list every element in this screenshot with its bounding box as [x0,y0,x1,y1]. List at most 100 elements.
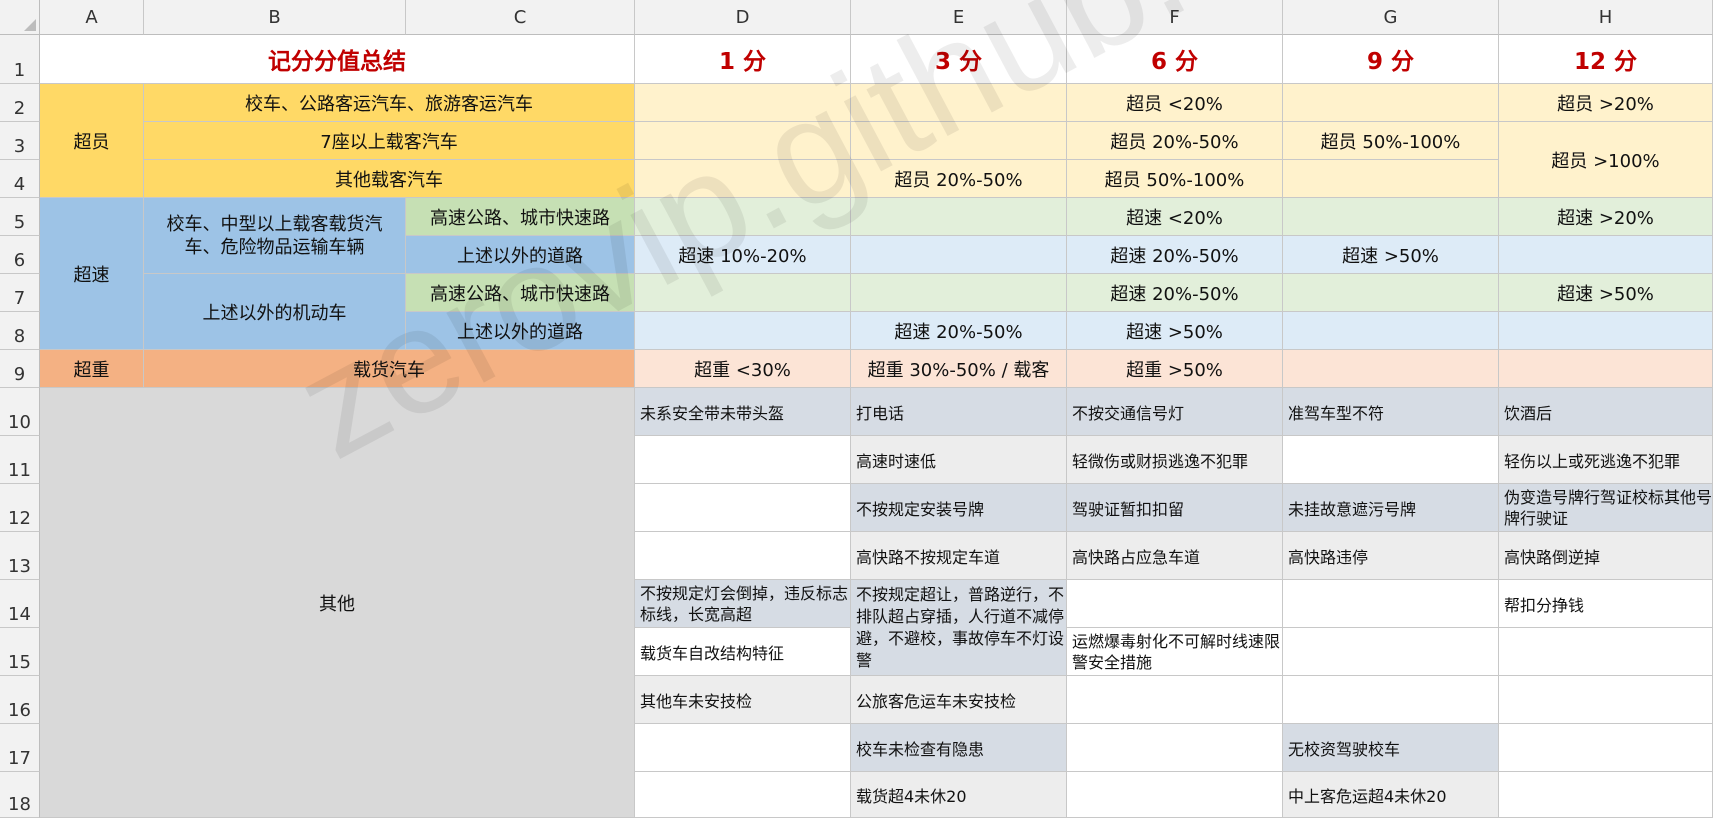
cell-e5[interactable] [851,198,1067,236]
title-cell[interactable]: 记分分值总结 [40,35,635,84]
cell-d3[interactable] [635,122,851,160]
cell-g5[interactable] [1283,198,1499,236]
speeding-road-row8[interactable]: 上述以外的道路 [406,312,635,350]
row-header-14[interactable]: 14 [0,580,40,628]
cell-h2[interactable]: 超员 >20% [1499,84,1713,122]
row-header-6[interactable]: 6 [0,236,40,274]
cell-h11[interactable]: 轻伤以上或死逃逸不犯罪 [1499,436,1713,484]
cell-e9[interactable]: 超重 30%-50% / 载客 [851,350,1067,388]
cell-g4[interactable] [1283,160,1499,198]
overweight-category[interactable]: 超重 [40,350,144,388]
cell-e14-e15[interactable]: 不按规定超让，普路逆行，不排队超占穿插，人行道不减停避，不避校，事故停车不灯设警 [851,580,1067,676]
cell-e6[interactable] [851,236,1067,274]
cell-f16[interactable] [1067,676,1283,724]
cell-h6[interactable] [1499,236,1713,274]
cell-e2[interactable] [851,84,1067,122]
row-header-10[interactable]: 10 [0,388,40,436]
cell-e8[interactable]: 超速 20%-50% [851,312,1067,350]
cell-f4[interactable]: 超员 50%-100% [1067,160,1283,198]
cell-d16[interactable]: 其他车未安技检 [635,676,851,724]
cell-h16[interactable] [1499,676,1713,724]
cell-g14[interactable] [1283,580,1499,628]
column-header-g[interactable]: G [1283,0,1499,35]
cell-d9[interactable]: 超重 <30% [635,350,851,388]
cell-d10[interactable]: 未系安全带未带头盔 [635,388,851,436]
row-header-12[interactable]: 12 [0,484,40,532]
cell-g12[interactable]: 未挂故意遮污号牌 [1283,484,1499,532]
column-header-e[interactable]: E [851,0,1067,35]
column-header-d[interactable]: D [635,0,851,35]
cell-e11[interactable]: 高速时速低 [851,436,1067,484]
cell-d14[interactable]: 不按规定灯会倒掉，违反标志标线，长宽高超 [635,580,851,628]
cell-d5[interactable] [635,198,851,236]
speeding-category[interactable]: 超速 [40,198,144,350]
column-header-b[interactable]: B [144,0,406,35]
cell-g17[interactable]: 无校资驾驶校车 [1283,724,1499,772]
row-header-17[interactable]: 17 [0,724,40,772]
cell-e10[interactable]: 打电话 [851,388,1067,436]
cell-d2[interactable] [635,84,851,122]
cell-h12[interactable]: 伪变造号牌行驾证校标其他号牌行驶证 [1499,484,1713,532]
column-header-h[interactable]: H [1499,0,1713,35]
cell-d8[interactable] [635,312,851,350]
cell-f2[interactable]: 超员 <20% [1067,84,1283,122]
row-header-15[interactable]: 15 [0,628,40,676]
cell-h7[interactable]: 超速 >50% [1499,274,1713,312]
cell-e13[interactable]: 高快路不按规定车道 [851,532,1067,580]
cell-h13[interactable]: 高快路倒逆掉 [1499,532,1713,580]
cell-e3[interactable] [851,122,1067,160]
cell-e16[interactable]: 公旅客危运车未安技检 [851,676,1067,724]
cell-f3[interactable]: 超员 20%-50% [1067,122,1283,160]
cell-g6[interactable]: 超速 >50% [1283,236,1499,274]
cell-g8[interactable] [1283,312,1499,350]
cell-g2[interactable] [1283,84,1499,122]
points-header-12[interactable]: 12 分 [1499,35,1713,84]
cell-g13[interactable]: 高快路违停 [1283,532,1499,580]
row-header-3[interactable]: 3 [0,122,40,160]
points-header-9[interactable]: 9 分 [1283,35,1499,84]
overload-vehicle-row3[interactable]: 7座以上载客汽车 [144,122,635,160]
cell-h3-h4[interactable]: 超员 >100% [1499,122,1713,198]
cell-f18[interactable] [1067,772,1283,818]
cell-h5[interactable]: 超速 >20% [1499,198,1713,236]
cell-h14[interactable]: 帮扣分挣钱 [1499,580,1713,628]
cell-g10[interactable]: 准驾车型不符 [1283,388,1499,436]
cell-g7[interactable] [1283,274,1499,312]
cell-d12[interactable] [635,484,851,532]
overload-category[interactable]: 超员 [40,84,144,198]
cell-d6[interactable]: 超速 10%-20% [635,236,851,274]
select-all-corner[interactable] [0,0,40,35]
cell-d17[interactable] [635,724,851,772]
points-header-6[interactable]: 6 分 [1067,35,1283,84]
cell-f14[interactable] [1067,580,1283,628]
cell-f12[interactable]: 驾驶证暂扣扣留 [1067,484,1283,532]
row-header-13[interactable]: 13 [0,532,40,580]
row-header-18[interactable]: 18 [0,772,40,818]
cell-d15[interactable]: 载货车自改结构特征 [635,628,851,676]
cell-g16[interactable] [1283,676,1499,724]
speeding-vehicle-group2[interactable]: 上述以外的机动车 [144,274,406,350]
cell-h18[interactable] [1499,772,1713,818]
points-header-1[interactable]: 1 分 [635,35,851,84]
cell-g9[interactable] [1283,350,1499,388]
cell-f9[interactable]: 超重 >50% [1067,350,1283,388]
cell-f6[interactable]: 超速 20%-50% [1067,236,1283,274]
speeding-vehicle-group1[interactable]: 校车、中型以上载客载货汽车、危险物品运输车辆 [144,198,406,274]
cell-f7[interactable]: 超速 20%-50% [1067,274,1283,312]
row-header-5[interactable]: 5 [0,198,40,236]
cell-e7[interactable] [851,274,1067,312]
speeding-road-row5[interactable]: 高速公路、城市快速路 [406,198,635,236]
cell-f15[interactable]: 运燃爆毒射化不可解时线速限警安全措施 [1067,628,1283,676]
cell-e18[interactable]: 载货超4未休20 [851,772,1067,818]
cell-f5[interactable]: 超速 <20% [1067,198,1283,236]
cell-f8[interactable]: 超速 >50% [1067,312,1283,350]
row-header-8[interactable]: 8 [0,312,40,350]
cell-h17[interactable] [1499,724,1713,772]
cell-h10[interactable]: 饮酒后 [1499,388,1713,436]
overload-vehicle-row2[interactable]: 校车、公路客运汽车、旅游客运汽车 [144,84,635,122]
row-header-2[interactable]: 2 [0,84,40,122]
speeding-road-row7[interactable]: 高速公路、城市快速路 [406,274,635,312]
row-header-4[interactable]: 4 [0,160,40,198]
cell-h15[interactable] [1499,628,1713,676]
cell-f13[interactable]: 高快路占应急车道 [1067,532,1283,580]
